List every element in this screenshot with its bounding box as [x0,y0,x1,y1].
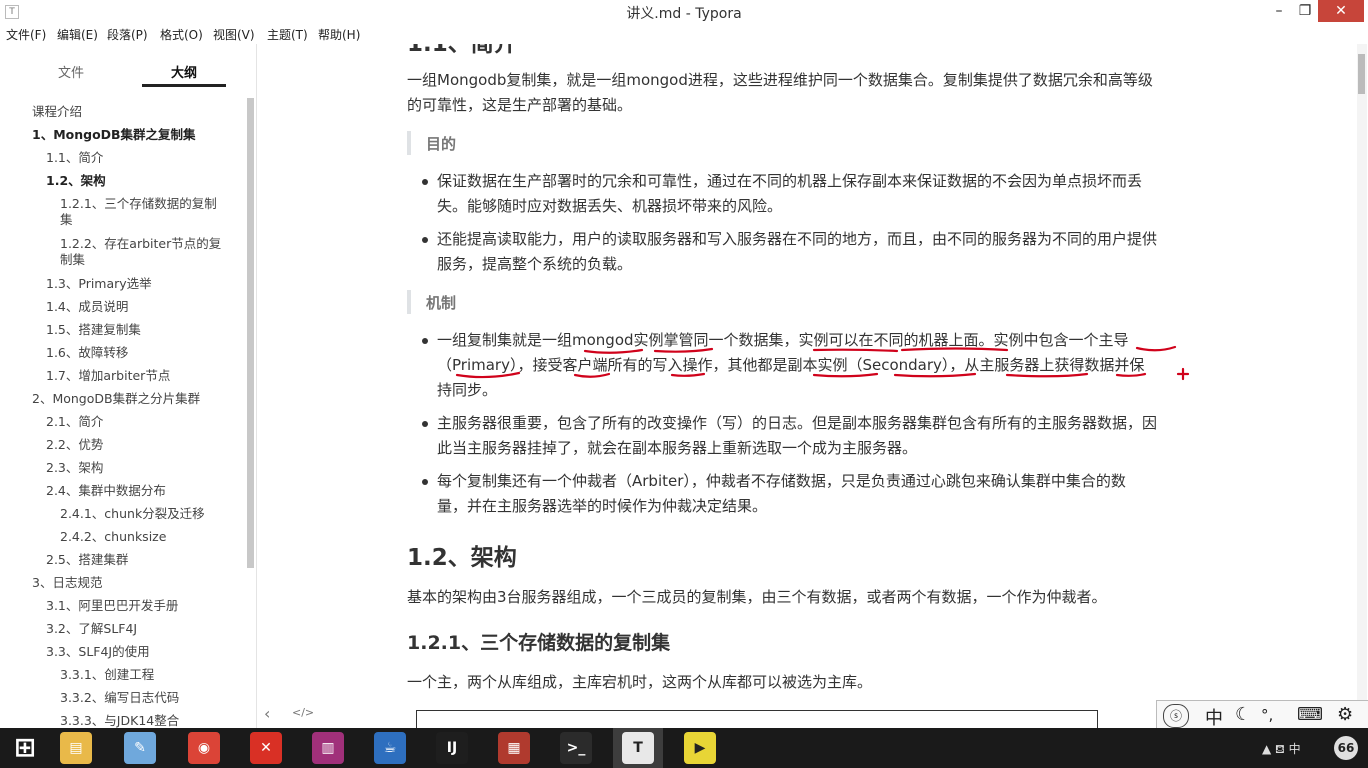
outline-item[interactable]: 3.3、SLF4J的使用 [46,644,234,660]
active-tab-indicator [142,84,226,87]
maximize-button[interactable]: ❐ [1290,0,1320,22]
menu-file[interactable]: 文件(F) [6,26,46,43]
menu-help[interactable]: 帮助(H) [318,26,360,43]
tray-badge[interactable]: 66 [1334,736,1358,760]
outline-item-label: 2.5、搭建集群 [46,552,129,567]
window-title: 讲义.md - Typora [626,6,742,22]
editor-scrollbar[interactable] [1357,44,1367,728]
outline-item[interactable]: 3.1、阿里巴巴开发手册 [46,598,234,614]
outline-item[interactable]: 2.4.1、chunk分裂及迁移 [60,506,234,522]
menu-paragraph[interactable]: 段落(P) [107,26,148,43]
outline-item-label-cont: 集 [60,212,73,227]
outline-item-label: 1.3、Primary选举 [46,276,152,291]
outline-item[interactable]: 3、日志规范 [32,575,234,591]
outline-item-label: 2.4.1、chunk分裂及迁移 [60,506,205,521]
outline-item[interactable]: 3.3.2、编写日志代码 [60,690,234,706]
outline-item[interactable]: 课程介绍 [32,104,234,120]
outline-item-label: 1.2.2、存在arbiter节点的复 [60,236,222,251]
outline-item-label: 1.7、增加arbiter节点 [46,368,171,383]
outline-item-label: 3.3.2、编写日志代码 [60,690,180,705]
winrar-taskbar-icon[interactable]: ▥ [312,732,344,764]
outline-item[interactable]: 2.4、集群中数据分布 [46,483,234,499]
outline-item-label: 2.2、优势 [46,437,104,452]
menu-bar: 文件(F) 编辑(E) 段落(P) 格式(O) 视图(V) 主题(T) 帮助(H… [0,24,1368,44]
outline-item[interactable]: 1、MongoDB集群之复制集 [32,127,234,143]
outline-item-label: 3、日志规范 [32,575,103,590]
player-taskbar-icon[interactable]: ▶ [684,732,716,764]
outline-item-label: 1.2、架构 [46,173,106,188]
ime-mode-toggle[interactable]: 中 [1205,704,1223,730]
paint-taskbar-icon[interactable]: ✎ [124,732,156,764]
editor-scrollbar-thumb[interactable] [1358,54,1365,94]
outline-item[interactable]: 2.5、搭建集群 [46,552,234,568]
outline-item-label: 3.1、阿里巴巴开发手册 [46,598,179,613]
close-button[interactable]: ✕ [1318,0,1364,22]
outline-item[interactable]: 1.2.2、存在arbiter节点的复 制集 [60,236,234,268]
outline-item[interactable]: 2.4.2、chunksize [60,529,234,545]
outline-item-label: 1.1、简介 [46,150,104,165]
system-tray[interactable]: ▲ ⛾ 中 [1262,740,1301,758]
tool-taskbar-icon[interactable]: ▦ [498,732,530,764]
outline-item[interactable]: 1.1、简介 [46,150,234,166]
ime-logo-icon[interactable]: ⓢ [1163,704,1189,728]
pen-annotations [455,345,1190,381]
sidebar-scrollbar[interactable] [247,98,254,568]
outline-item-label-cont: 制集 [60,252,86,267]
terminal-taskbar-icon[interactable]: >_ [560,732,592,764]
menu-format[interactable]: 格式(O) [160,26,203,43]
menu-edit[interactable]: 编辑(E) [57,26,98,43]
outline-item-label: 2.4、集群中数据分布 [46,483,166,498]
moon-icon[interactable]: ☾ [1235,704,1251,725]
outline-item[interactable]: 2、MongoDB集群之分片集群 [32,391,234,407]
outline-item[interactable]: 3.2、了解SLF4J [46,621,234,637]
editor[interactable]: 1.1、简介 一组Mongodb复制集，就是一组mongod进程，这些进程维护同… [257,44,1355,728]
outline-item-label: 2.3、架构 [46,460,104,475]
intellij-taskbar-icon[interactable]: IJ [436,732,468,764]
outline-item[interactable]: 3.3.3、与JDK14整合 [60,713,234,729]
punctuation-icon[interactable]: °, [1261,706,1273,724]
menu-view[interactable]: 视图(V) [213,26,255,43]
outline-item-label: 1.2.1、三个存储数据的复制 [60,196,217,211]
menu-theme[interactable]: 主题(T) [267,26,308,43]
outline-item[interactable]: 3.3.1、创建工程 [60,667,234,683]
outline-item-label: 1.4、成员说明 [46,299,129,314]
sidebar: 文件 大纲 课程介绍 1、MongoDB集群之复制集 1.1、简介 1.2、架构 1.2… [0,44,257,728]
outline-item[interactable]: 2.1、简介 [46,414,234,430]
outline-item-label: 1、MongoDB集群之复制集 [32,127,196,142]
outline-item-label: 3.2、了解SLF4J [46,621,138,636]
outline-item-label: 课程介绍 [32,104,83,119]
keyboard-icon[interactable]: ⌨ [1297,704,1323,725]
xmind-taskbar-icon[interactable]: ✕ [250,732,282,764]
outline-item[interactable]: 1.5、搭建复制集 [46,322,234,338]
outline-item[interactable]: 1.7、增加arbiter节点 [46,368,234,384]
outline-item-label: 1.5、搭建复制集 [46,322,141,337]
outline-item-label: 3.3.3、与JDK14整合 [60,713,180,728]
outline-item[interactable]: 1.4、成员说明 [46,299,234,315]
outline-item-label: 2.4.2、chunksize [60,529,167,544]
outline-item[interactable]: 2.2、优势 [46,437,234,453]
tab-outline[interactable]: 大纲 [142,62,226,81]
file-explorer-taskbar-icon[interactable]: ▤ [60,732,92,764]
outline-item-label: 2、MongoDB集群之分片集群 [32,391,201,406]
typora-taskbar-icon[interactable]: T [622,732,654,764]
outline-item-label: 1.6、故障转移 [46,345,129,360]
chrome-taskbar-icon[interactable]: ◉ [188,732,220,764]
outline-item-label: 3.3.1、创建工程 [60,667,155,682]
outline-item[interactable]: 2.3、架构 [46,460,234,476]
outline-item-label: 3.3、SLF4J的使用 [46,644,150,659]
taskbar: ⊞ ▤ ✎ ◉ ✕ ▥ ☕ IJ ▦ >_ T ▶ ▲ ⛾ 中 66 [0,728,1368,768]
outline-item[interactable]: 1.3、Primary选举 [46,276,234,292]
outline-item[interactable]: 1.2.1、三个存储数据的复制集 [60,196,234,228]
ime-toolbar: ⓢ 中 ☾ °, ⌨ ⚙ [1156,700,1368,730]
java-editor-taskbar-icon[interactable]: ☕ [374,732,406,764]
windows-start-icon[interactable]: ⊞ [8,732,42,764]
tab-files[interactable]: 文件 [40,62,102,81]
outline-item[interactable]: 1.6、故障转移 [46,345,234,361]
settings-gear-icon[interactable]: ⚙ [1337,704,1353,725]
outline-item[interactable]: 1.2、架构 [46,173,234,189]
outline-item-label: 2.1、简介 [46,414,104,429]
title-bar: T 讲义.md - Typora – ❐ ✕ [0,0,1368,24]
